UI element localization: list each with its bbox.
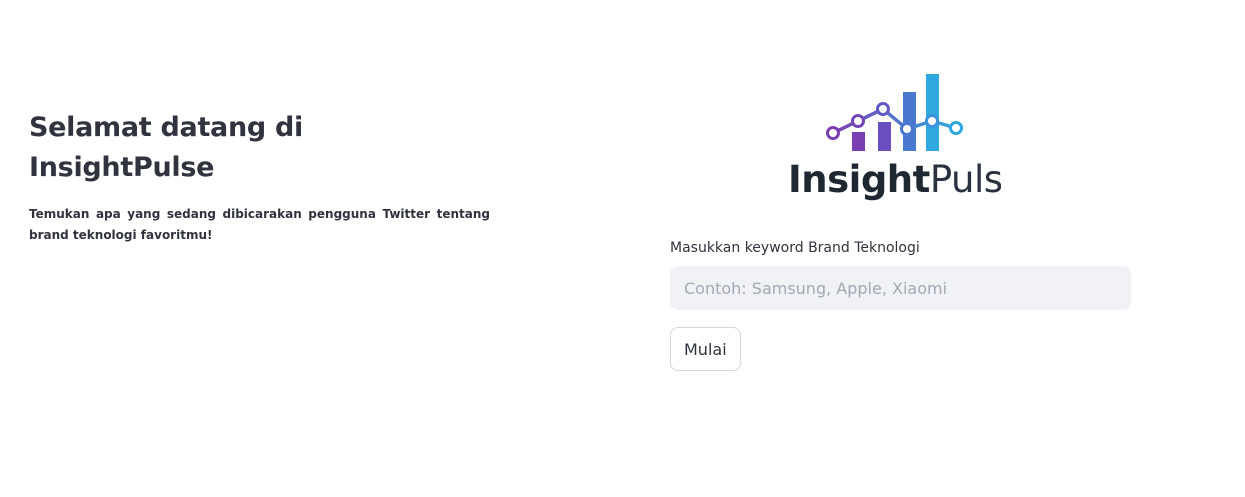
- logo-bar-1: [852, 132, 865, 151]
- logo-bar-4: [926, 74, 939, 151]
- brand-keyword-label: Masukkan keyword Brand Teknologi: [670, 240, 920, 256]
- search-form: Masukkan keyword Brand Teknologi Mulai: [670, 238, 1131, 371]
- page-title: Selamat datang di InsightPulse: [29, 112, 303, 183]
- start-button[interactable]: Mulai: [670, 327, 741, 371]
- insightpulse-logo: InsightPulse: [786, 70, 1001, 202]
- svg-text:InsightPulse: InsightPulse: [788, 158, 1001, 201]
- logo-node-5: [925, 114, 939, 128]
- page-description: Temukan apa yang sedang dibicarakan peng…: [29, 207, 490, 242]
- logo-node-1: [826, 126, 840, 140]
- brand-keyword-input[interactable]: [670, 266, 1131, 310]
- logo-text-pulse: Pulse: [930, 158, 1001, 201]
- logo-text-insight: Insight: [788, 158, 930, 201]
- logo-node-3: [876, 102, 890, 116]
- app-page: Selamat datang di InsightPulse Temukan a…: [0, 0, 1245, 497]
- logo-bar-2: [878, 122, 891, 151]
- welcome-section: Selamat datang di InsightPulse Temukan a…: [29, 108, 490, 246]
- logo-node-6: [949, 121, 963, 135]
- logo-node-2: [851, 114, 865, 128]
- logo-bar-3: [903, 92, 916, 151]
- logo-node-4: [900, 122, 914, 136]
- logo-graphic: InsightPulse: [788, 74, 1001, 201]
